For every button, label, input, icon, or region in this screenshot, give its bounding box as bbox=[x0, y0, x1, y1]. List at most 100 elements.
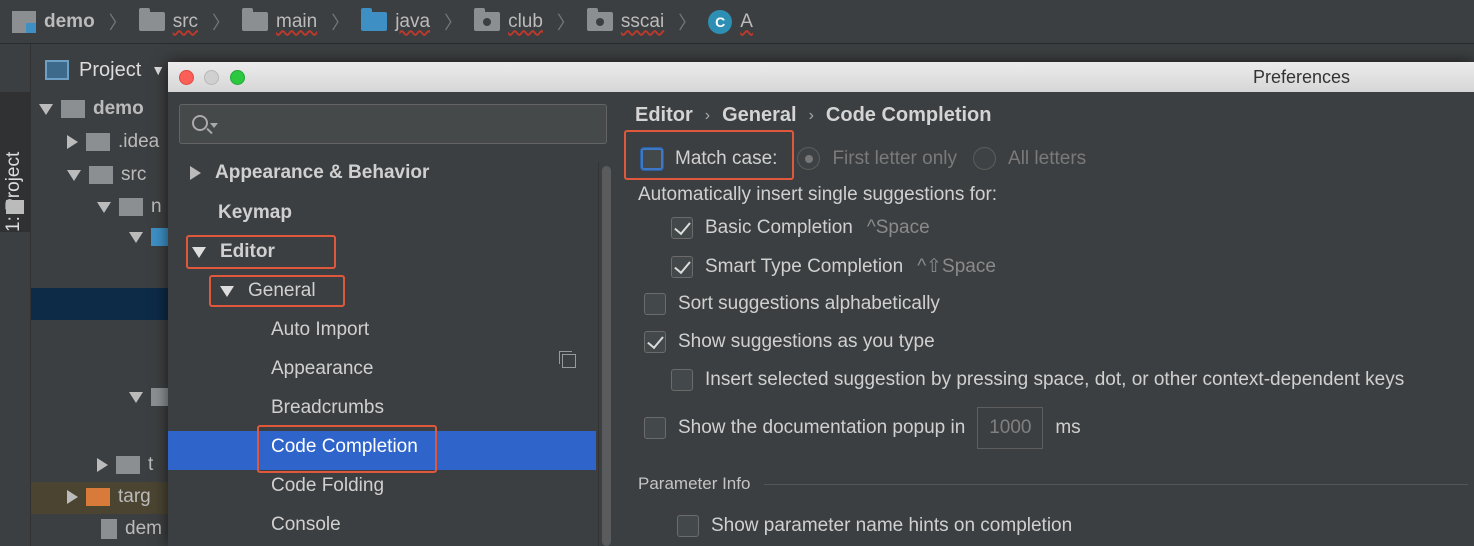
crumb-label: main bbox=[276, 10, 318, 32]
sort-alpha-checkbox[interactable] bbox=[644, 293, 666, 315]
crumb-label: src bbox=[172, 10, 199, 32]
basic-completion-checkbox[interactable] bbox=[671, 217, 693, 239]
crumb-class[interactable]: C A bbox=[708, 9, 753, 34]
doc-popup-row: Show the documentation popup in 1000 ms bbox=[644, 407, 1081, 449]
crumb-demo[interactable]: demo 〉 bbox=[12, 9, 135, 35]
tree-label: n bbox=[151, 196, 162, 217]
param-hints-checkbox[interactable] bbox=[677, 515, 699, 537]
all-letters-radio[interactable] bbox=[973, 147, 997, 170]
tree-item-target[interactable]: targ bbox=[67, 486, 151, 508]
breadcrumb-item: General bbox=[722, 104, 797, 126]
insert-selected-checkbox[interactable] bbox=[671, 369, 693, 391]
doc-popup-delay-input[interactable]: 1000 bbox=[977, 407, 1044, 449]
tree-label: demo bbox=[93, 98, 144, 119]
project-panel-title: Project bbox=[79, 58, 142, 81]
folder-icon bbox=[138, 8, 165, 31]
folder-icon bbox=[116, 456, 140, 474]
first-letter-radio[interactable] bbox=[797, 147, 821, 170]
crumb-label: sscai bbox=[620, 10, 665, 32]
smart-completion-label[interactable]: Smart Type Completion bbox=[705, 256, 903, 278]
crumb-club[interactable]: club 〉 bbox=[474, 8, 583, 35]
module-icon bbox=[12, 10, 36, 33]
project-tool-tab[interactable]: 1: Project bbox=[0, 92, 31, 232]
zoom-window-button[interactable] bbox=[230, 70, 245, 85]
file-icon bbox=[101, 519, 117, 539]
settings-search-box[interactable] bbox=[179, 104, 607, 144]
tree-label: t bbox=[148, 454, 154, 475]
doc-popup-checkbox[interactable] bbox=[644, 417, 666, 439]
scrollbar-thumb[interactable] bbox=[602, 166, 611, 546]
settings-search-input[interactable] bbox=[224, 111, 594, 137]
crumb-java[interactable]: java 〉 bbox=[361, 8, 470, 35]
annotation-box-general bbox=[209, 275, 345, 307]
tree-item-test[interactable]: t bbox=[97, 454, 153, 476]
insert-selected-label[interactable]: Insert selected suggestion by pressing s… bbox=[705, 369, 1404, 391]
expanded-arrow-icon bbox=[129, 231, 143, 243]
tree-label: Code Folding bbox=[271, 475, 385, 496]
auto-insert-heading: Automatically insert single suggestions … bbox=[638, 184, 997, 206]
crumb-src[interactable]: src 〉 bbox=[138, 8, 238, 35]
chevron-right-icon: 〉 bbox=[212, 12, 231, 33]
sort-alpha-row: Sort suggestions alphabetically bbox=[644, 293, 940, 315]
param-hints-label[interactable]: Show parameter name hints on completion bbox=[711, 515, 1072, 537]
minimize-window-button[interactable] bbox=[204, 70, 219, 85]
project-tool-tab-label: 1: Project bbox=[3, 151, 24, 232]
crumb-label: club bbox=[508, 10, 543, 32]
show-as-type-label[interactable]: Show suggestions as you type bbox=[678, 331, 935, 353]
tree-breadcrumbs[interactable]: Breadcrumbs bbox=[271, 397, 384, 419]
tree-label: Appearance bbox=[271, 358, 374, 379]
folder-icon bbox=[6, 200, 24, 214]
crumb-label: java bbox=[395, 10, 431, 32]
crumb-sscai[interactable]: sscai 〉 bbox=[586, 8, 704, 35]
tree-keymap[interactable]: Keymap bbox=[218, 202, 292, 224]
tree-label: Auto Import bbox=[271, 319, 370, 340]
tree-label: Breadcrumbs bbox=[271, 397, 384, 418]
tree-auto-import[interactable]: Auto Import bbox=[271, 319, 369, 341]
parameter-info-heading: Parameter Info bbox=[638, 474, 751, 493]
close-window-button[interactable] bbox=[179, 70, 194, 85]
show-as-type-checkbox[interactable] bbox=[644, 331, 666, 353]
first-letter-label[interactable]: First letter only bbox=[832, 148, 957, 170]
tree-label: dem bbox=[125, 518, 162, 539]
chevron-right-icon: › bbox=[808, 106, 814, 124]
collapsed-arrow-icon bbox=[67, 135, 78, 149]
chevron-right-icon: 〉 bbox=[108, 12, 127, 33]
chevron-down-icon[interactable] bbox=[210, 123, 218, 128]
annotation-box-editor bbox=[186, 235, 336, 269]
tree-item-main[interactable]: n bbox=[97, 196, 162, 218]
collapsed-arrow-icon bbox=[190, 166, 201, 180]
tree-appearance-behavior[interactable]: Appearance & Behavior bbox=[190, 162, 429, 184]
expanded-arrow-icon bbox=[129, 391, 143, 403]
project-settings-icon bbox=[559, 351, 576, 368]
chevron-right-icon: 〉 bbox=[556, 12, 575, 33]
chevron-down-icon: ▼ bbox=[151, 62, 166, 78]
tree-item-idea[interactable]: .idea bbox=[67, 131, 159, 153]
folder-icon bbox=[86, 133, 110, 151]
all-letters-label[interactable]: All letters bbox=[1008, 148, 1086, 170]
doc-popup-label[interactable]: Show the documentation popup in bbox=[678, 417, 965, 439]
auto-insert-label: Automatically insert single suggestions … bbox=[638, 184, 998, 205]
crumb-main[interactable]: main 〉 bbox=[242, 8, 357, 35]
smart-completion-checkbox[interactable] bbox=[671, 255, 693, 278]
tree-appearance[interactable]: Appearance bbox=[271, 358, 373, 380]
tree-item-iml[interactable]: dem bbox=[101, 518, 162, 540]
tree-console[interactable]: Console bbox=[271, 514, 341, 536]
smart-completion-row: Smart Type Completion ^⇧Space bbox=[671, 255, 996, 278]
crumb-label: A bbox=[740, 10, 753, 32]
folder-icon bbox=[119, 198, 143, 216]
class-icon: C bbox=[708, 9, 733, 34]
settings-content: Editor › General › Code Completion Match… bbox=[618, 92, 1474, 546]
basic-completion-label[interactable]: Basic Completion bbox=[705, 217, 853, 239]
section-divider bbox=[764, 483, 1468, 485]
tree-label: .idea bbox=[118, 131, 160, 152]
tree-code-folding[interactable]: Code Folding bbox=[271, 475, 384, 497]
sidebar-scrollbar[interactable] bbox=[598, 162, 614, 546]
tree-item-demo[interactable]: demo bbox=[39, 98, 144, 120]
sort-alpha-label[interactable]: Sort suggestions alphabetically bbox=[678, 293, 940, 315]
settings-sidebar: Appearance & Behavior Keymap Editor Gene… bbox=[168, 92, 618, 546]
preferences-dialog: Preferences Appearance & Behavior Keymap… bbox=[168, 62, 1474, 546]
tree-item-src[interactable]: src bbox=[67, 164, 146, 186]
annotation-box-code-completion bbox=[257, 425, 437, 473]
package-icon bbox=[474, 8, 501, 31]
excluded-folder-icon bbox=[86, 488, 110, 506]
